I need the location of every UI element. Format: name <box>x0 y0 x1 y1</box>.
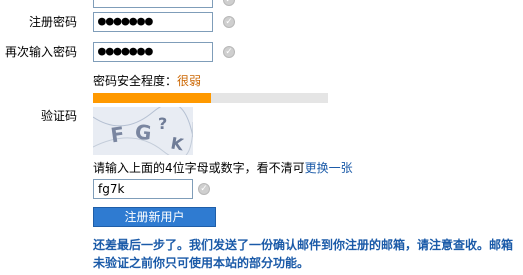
password-input[interactable]: ●●●●●●● <box>93 12 213 32</box>
svg-text:G: G <box>134 119 153 145</box>
check-icon: ✓ <box>198 183 210 195</box>
strength-bar <box>93 93 328 103</box>
captcha-graphic: F G ? K <box>93 107 193 155</box>
captcha-hint: 请输入上面的4位字母或数字，看不清可更换一张 <box>93 161 353 175</box>
top-field-partial[interactable] <box>93 0 213 8</box>
confirmation-notice: 还差最后一步了。我们发送了一份确认邮件到你注册的邮箱，请注意查收。邮箱未验证之前… <box>93 238 514 270</box>
strength-value: 很弱 <box>177 74 202 88</box>
captcha-refresh-link[interactable]: 更换一张 <box>305 161 353 175</box>
password-strength-text: 密码安全程度：很弱 <box>93 74 201 88</box>
check-icon: ✓ <box>223 16 235 28</box>
strength-bar-fill <box>93 93 211 103</box>
captcha-hint-text: 请输入上面的4位字母或数字，看不清可 <box>93 161 305 175</box>
register-button[interactable]: 注册新用户 <box>93 207 216 227</box>
confirm-password-label: 再次输入密码 <box>4 45 77 59</box>
check-icon: ✓ <box>223 0 235 6</box>
svg-text:?: ? <box>158 114 167 133</box>
captcha-label: 验证码 <box>40 109 77 123</box>
captcha-image[interactable]: F G ? K <box>93 107 193 155</box>
strength-label: 密码安全程度： <box>93 74 178 88</box>
check-icon: ✓ <box>223 46 235 58</box>
confirm-password-input[interactable]: ●●●●●●● <box>93 42 213 62</box>
password-label: 注册密码 <box>28 15 77 29</box>
captcha-input[interactable]: fg7k <box>93 179 193 199</box>
